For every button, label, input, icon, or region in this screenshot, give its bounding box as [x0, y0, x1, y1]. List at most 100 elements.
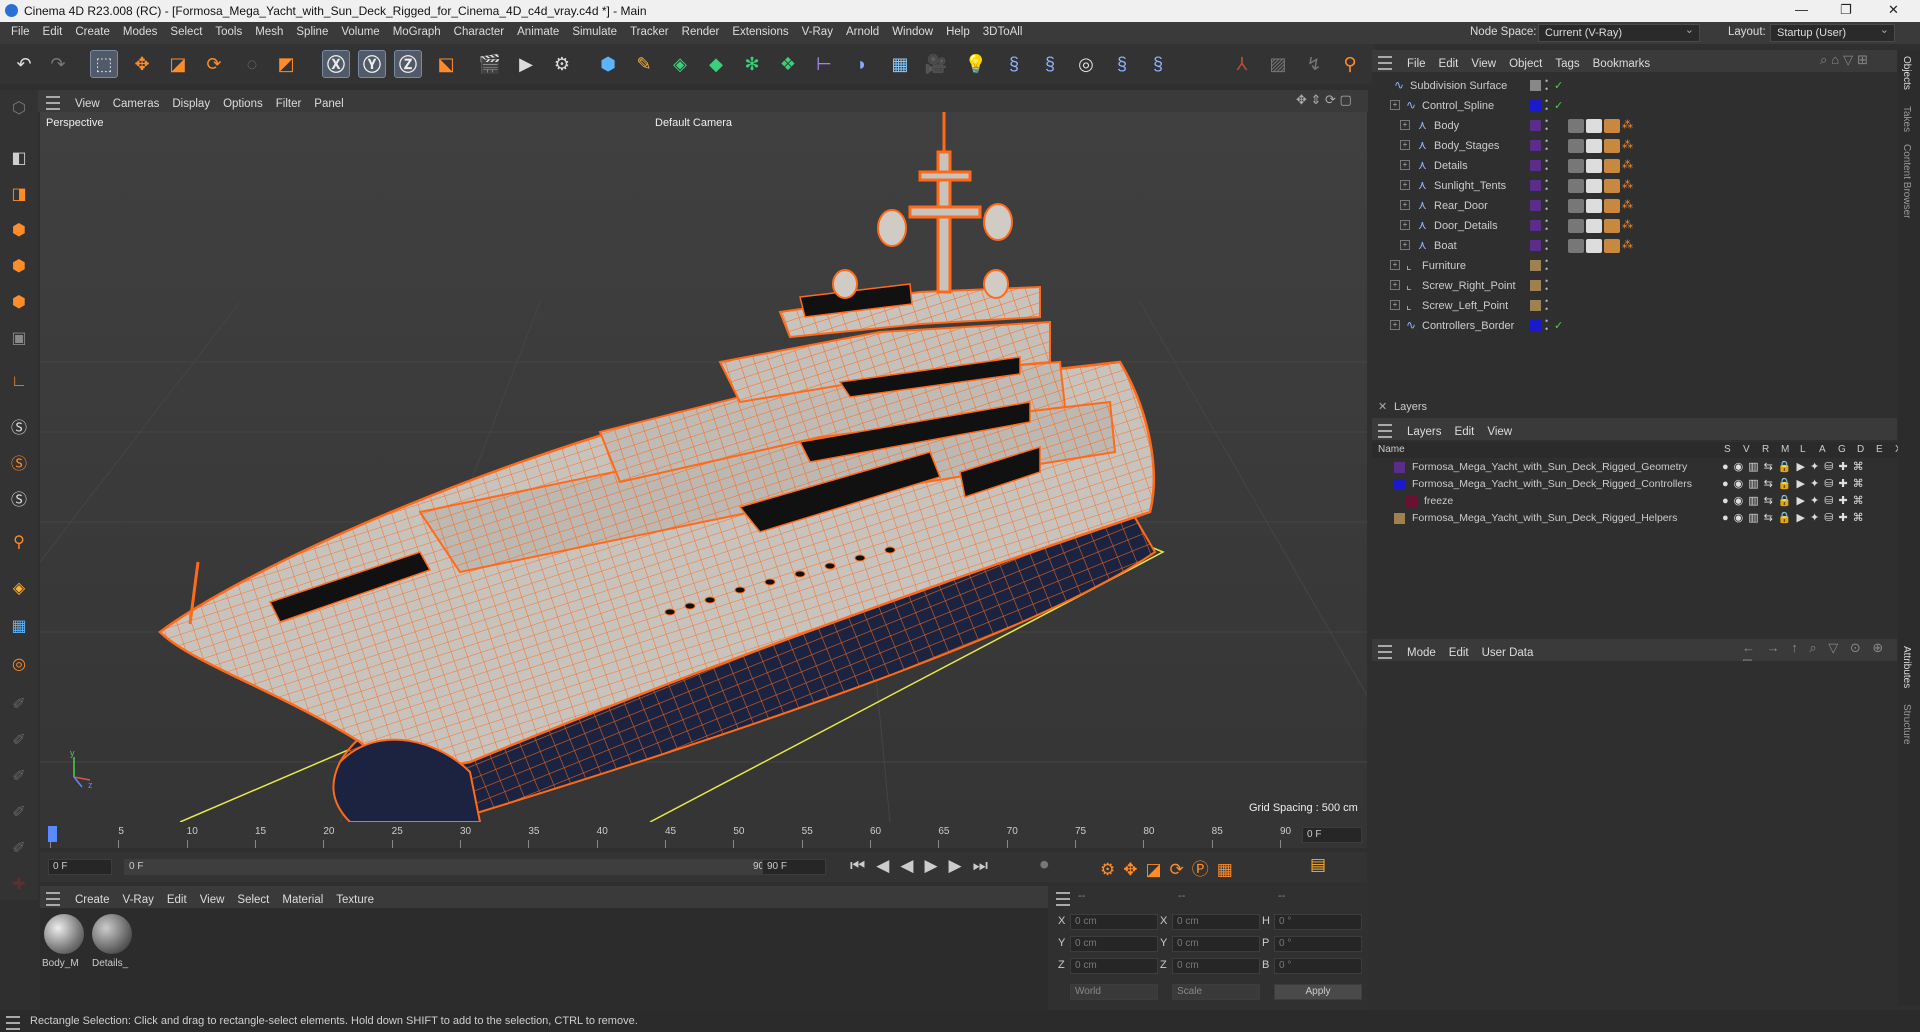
range-slider[interactable]: 0 F 90 F	[124, 859, 782, 875]
visibility-dots-icon[interactable]: • •	[1545, 137, 1548, 154]
camera-icon[interactable]: 🎥	[922, 50, 950, 78]
enabled-check-icon[interactable]: ✓	[1554, 79, 1563, 92]
deformer-icon[interactable]: ⊢	[810, 50, 838, 78]
layers-menu-item-2[interactable]: View	[1480, 422, 1518, 444]
object-row[interactable]: + ⌞ Furniture • •	[1372, 256, 1897, 276]
node-space-dropdown[interactable]: Current (V-Ray)	[1538, 23, 1700, 42]
polygons-mode-icon[interactable]: ⬢	[5, 288, 33, 316]
sculpt-icon[interactable]: ↯	[1300, 50, 1328, 78]
grid-icon[interactable]: ▦	[5, 612, 33, 640]
vray-tag-icon[interactable]: ⁂	[1622, 138, 1633, 151]
material-tag-icon[interactable]	[1604, 219, 1620, 233]
enabled-check-icon[interactable]: ✓	[1554, 99, 1563, 112]
record-keyframe-icon[interactable]: ⏺	[1040, 855, 1049, 875]
material-tag-icon[interactable]	[1586, 179, 1602, 193]
z-axis-lock-icon[interactable]: Ⓩ	[394, 50, 422, 78]
layer-color-swatch[interactable]	[1530, 180, 1541, 191]
close-icon[interactable]: ✕	[1888, 2, 1899, 18]
object-name[interactable]: Screw_Left_Point	[1422, 300, 1508, 312]
material-tag-icon[interactable]	[1568, 159, 1584, 173]
visibility-dots-icon[interactable]: • •	[1545, 197, 1548, 214]
3d-viewport[interactable]: Perspective Default Camera Grid Spacing …	[40, 112, 1367, 822]
object-row[interactable]: + ⋏ Rear_Door • • ⁂	[1372, 196, 1897, 216]
material-menu-icon[interactable]	[46, 892, 60, 906]
recent-tool-icon[interactable]: ◌	[238, 50, 266, 78]
layers-menu-item-0[interactable]: Layers	[1400, 422, 1448, 444]
menu-item-9[interactable]: MoGraph	[386, 22, 447, 44]
material-tag-icon[interactable]	[1586, 119, 1602, 133]
visibility-dots-icon[interactable]: • •	[1545, 97, 1548, 114]
solo-icon[interactable]: Ⓢ	[5, 412, 33, 440]
coordinate-system-icon[interactable]: ⬕	[432, 50, 460, 78]
layer-row[interactable]: Formosa_Mega_Yacht_with_Sun_Deck_Rigged_…	[1372, 477, 1897, 493]
object-name[interactable]: Door_Details	[1434, 220, 1498, 232]
material-tag-icon[interactable]	[1604, 159, 1620, 173]
material-tag-icon[interactable]	[1568, 199, 1584, 213]
rotate-tool-icon[interactable]: ⟳	[200, 50, 228, 78]
layers-menu-item-1[interactable]: Edit	[1448, 422, 1481, 444]
visibility-dots-icon[interactable]: • •	[1545, 297, 1548, 314]
enabled-check-icon[interactable]: ✓	[1554, 319, 1563, 332]
object-name[interactable]: Body	[1434, 120, 1459, 132]
layer-name[interactable]: freeze	[1424, 495, 1453, 507]
material-tag-icon[interactable]	[1604, 139, 1620, 153]
redo-icon[interactable]: ↷	[44, 50, 72, 78]
status-menu-icon[interactable]	[6, 1016, 20, 1030]
layer-column-header[interactable]: R	[1762, 444, 1769, 455]
material-tag-icon[interactable]	[1586, 239, 1602, 253]
menu-item-14[interactable]: Render	[675, 22, 726, 44]
layer-column-header[interactable]: Name	[1378, 444, 1405, 455]
layer-column-header[interactable]: D	[1857, 444, 1864, 455]
layer-flag-icons[interactable]: ●◉▥⇆🔒▶✦⛁✚⌘	[1722, 494, 1869, 507]
coord-position-field[interactable]: 0 cm	[1070, 958, 1158, 974]
start-frame-field[interactable]: 0 F	[48, 859, 112, 875]
vray-globe-icon[interactable]: ◎	[1072, 50, 1100, 78]
minimize-icon[interactable]: —	[1795, 2, 1808, 17]
object-name[interactable]: Details	[1434, 160, 1468, 172]
material-tag-icon[interactable]	[1604, 199, 1620, 213]
vray-tag-icon[interactable]: ⁂	[1622, 118, 1633, 131]
restore-icon[interactable]: ❐	[1840, 2, 1852, 18]
visibility-dots-icon[interactable]: • •	[1545, 257, 1548, 274]
tab-objects[interactable]: Objects	[1901, 56, 1912, 90]
visibility-dots-icon[interactable]: • •	[1545, 217, 1548, 234]
object-name[interactable]: Subdivision Surface	[1410, 80, 1507, 92]
coord-rotation-field[interactable]: 0 °	[1274, 914, 1362, 930]
material-tag-icon[interactable]	[1586, 219, 1602, 233]
layer-color-swatch[interactable]	[1530, 240, 1541, 251]
playback-controls[interactable]: ⏮◀◀▶▶⏭	[850, 856, 999, 876]
material-tag-icon[interactable]	[1586, 159, 1602, 173]
visibility-dots-icon[interactable]: • •	[1545, 117, 1548, 134]
material-tag-icon[interactable]	[1586, 139, 1602, 153]
playhead[interactable]	[48, 826, 57, 842]
expand-toggle-icon[interactable]: +	[1390, 280, 1400, 290]
light-icon[interactable]: 💡	[962, 50, 990, 78]
visibility-dots-icon[interactable]: • •	[1545, 277, 1548, 294]
scale-tool-icon[interactable]: ◪	[164, 50, 192, 78]
material-swatch-body[interactable]	[44, 914, 84, 954]
layer-row[interactable]: Formosa_Mega_Yacht_with_Sun_Deck_Rigged_…	[1372, 511, 1897, 527]
viewport-menu-icon[interactable]	[46, 96, 60, 110]
layer-column-header[interactable]: S	[1724, 444, 1731, 455]
undo-icon[interactable]: ↶	[10, 50, 38, 78]
material-tag-icon[interactable]	[1568, 119, 1584, 133]
layer-column-header[interactable]: G	[1838, 444, 1846, 455]
coord-position-field[interactable]: 0 cm	[1070, 914, 1158, 930]
tab-content-browser[interactable]: Content Browser	[1901, 144, 1912, 218]
texture-mode-icon[interactable]: ◨	[5, 180, 33, 208]
visibility-dots-icon[interactable]: • •	[1545, 237, 1548, 254]
layer-color-swatch[interactable]	[1530, 280, 1541, 291]
python-script-icon[interactable]: §	[1000, 50, 1028, 78]
expand-toggle-icon[interactable]: +	[1400, 160, 1410, 170]
layer-column-header[interactable]: M	[1781, 444, 1789, 455]
material-tag-icon[interactable]	[1604, 179, 1620, 193]
object-menu-item-5[interactable]: Bookmarks	[1586, 54, 1657, 76]
layer-color-swatch[interactable]	[1530, 80, 1541, 91]
y-axis-lock-icon[interactable]: Ⓨ	[358, 50, 386, 78]
expand-toggle-icon[interactable]: +	[1400, 120, 1410, 130]
timeline-window-icon[interactable]: ▤	[1310, 855, 1326, 875]
layer-flag-icons[interactable]: ●◉▥⇆🔒▶✦⛁✚⌘	[1722, 477, 1869, 490]
attributes-menu-icon[interactable]	[1378, 645, 1392, 659]
menu-item-0[interactable]: File	[4, 22, 36, 44]
menu-item-12[interactable]: Simulate	[565, 22, 623, 44]
